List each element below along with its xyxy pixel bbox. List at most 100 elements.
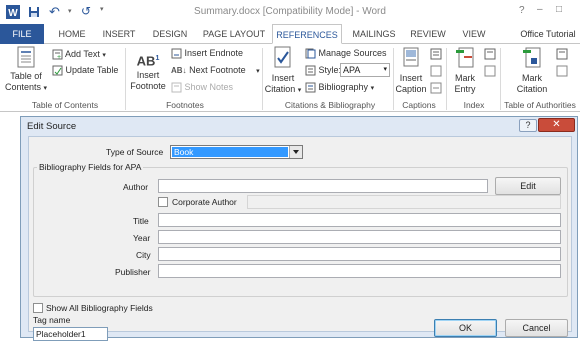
bibliography-button[interactable]: Bibliography ▾ [305,81,374,95]
show-all-fields-label: Show All Bibliography Fields [46,303,153,313]
edit-author-button[interactable]: Edit [495,177,561,195]
year-field[interactable] [158,230,561,244]
table-of-contents-label-1: Table of [10,71,42,81]
mark-entry-button[interactable]: Mark Entry [449,46,481,95]
footnote-icon: AB1 [136,53,160,69]
table-of-contents-button[interactable]: Table of Contents ▾ [4,46,48,94]
group-separator [262,48,263,110]
insert-footnote-label-2: Footnote [130,81,166,91]
corporate-author-field [247,195,561,209]
mark-citation-button[interactable]: Mark Citation [512,46,552,95]
publisher-field[interactable] [158,264,561,278]
ok-button[interactable]: OK [434,319,497,337]
citations-group-label: Citations & Bibliography [284,100,376,110]
footnotes-group-label: Footnotes [166,100,204,110]
chevron-down-icon[interactable] [289,146,302,158]
svg-text:+: + [57,54,61,60]
next-footnote-button[interactable]: AB↓ Next Footnote ▾ [171,64,260,78]
insert-footnote-button[interactable]: AB1 Insert Footnote [128,48,168,92]
city-field[interactable] [158,247,561,261]
table-of-contents-icon [17,46,35,68]
style-icon [305,65,316,76]
manage-sources-icon [305,48,316,59]
show-all-fields-checkbox[interactable] [33,303,43,313]
mark-entry-label-1: Mark [455,73,475,83]
table-of-contents-label-2: Contents ▾ [4,82,48,92]
toc-group-label: Table of Contents [31,100,99,110]
tag-name-label: Tag name [33,315,71,325]
mark-entry-icon [456,47,474,68]
tab-file[interactable]: FILE [0,24,44,44]
mark-citation-label-2: Citation [516,84,548,94]
tab-references[interactable]: REFERENCES [272,24,342,44]
tab-page-layout[interactable]: PAGE LAYOUT [200,24,268,44]
add-text-icon: + [52,49,63,60]
type-of-source-dropdown[interactable]: Book [170,145,303,159]
cross-reference-icon[interactable] [430,82,442,94]
tab-insert[interactable]: INSERT [97,24,141,44]
bibliography-icon [305,82,316,93]
insert-table-of-figures-icon[interactable] [430,48,442,60]
insert-caption-label-1: Insert [399,73,423,83]
next-footnote-icon: AB↓ [171,66,187,75]
title-label: Title [133,216,149,226]
tab-home[interactable]: HOME [52,24,92,44]
insert-citation-icon [274,46,291,68]
insert-endnote-button[interactable]: Insert Endnote [171,47,243,59]
show-notes-button: Show Notes [171,81,233,93]
insert-caption-button[interactable]: Insert Caption [395,46,427,95]
cancel-button[interactable]: Cancel [505,319,568,337]
title-field[interactable] [158,213,561,227]
account-name[interactable]: Office Tutorial [516,24,580,44]
mark-entry-label-2: Entry [454,84,476,94]
authorities-group-label: Table of Authorities [504,100,576,110]
show-notes-icon [171,82,182,93]
ribbon: Table of Contents ▾ + Add Text ▾ Update … [0,44,580,112]
tab-review[interactable]: REVIEW [407,24,449,44]
group-separator [446,48,447,110]
index-group-label: Index [463,100,485,110]
mark-citation-icon [523,47,541,68]
insert-endnote-icon [171,48,182,59]
manage-sources-button[interactable]: Manage Sources [305,47,387,59]
style-dropdown[interactable]: APA ▾ [340,63,390,77]
year-label: Year [133,233,151,243]
publisher-label: Publisher [115,267,151,277]
mark-citation-label-1: Mark [522,73,542,83]
help-icon[interactable]: ? [519,5,525,16]
minimize-button[interactable]: – [537,4,543,15]
group-separator [125,48,126,110]
corporate-author-checkbox[interactable] [158,197,168,207]
tab-view[interactable]: VIEW [457,24,491,44]
corporate-author-label: Corporate Author [172,197,237,207]
author-field[interactable] [158,179,488,193]
update-table-button[interactable]: Update Table [52,64,118,76]
restore-button[interactable]: □ [556,4,562,15]
insert-citation-label-1: Insert [271,73,295,83]
dialog-help-button[interactable]: ? [519,119,537,132]
type-of-source-label: Type of Source [106,147,164,157]
insert-citation-button[interactable]: Insert Citation ▾ [264,46,302,96]
insert-footnote-label-1: Insert [136,70,160,80]
tab-design[interactable]: DESIGN [148,24,192,44]
tab-mailings[interactable]: MAILINGS [348,24,400,44]
bibliography-fields-heading: Bibliography Fields for APA [37,162,144,172]
tag-name-field[interactable]: Placeholder1 [33,327,108,341]
insert-caption-label-2: Caption [395,84,427,94]
update-table-of-figures-icon[interactable] [430,65,442,77]
dialog-close-button[interactable]: ✕ [538,118,575,132]
insert-index-icon[interactable] [484,48,496,60]
insert-table-of-authorities-icon[interactable] [556,48,568,60]
add-text-button[interactable]: + Add Text ▾ [52,48,106,62]
ribbon-tabs: FILE HOME INSERT DESIGN PAGE LAYOUT REFE… [0,24,580,44]
style-label: Style: [318,65,342,75]
type-of-source-value: Book [172,147,288,157]
dialog-client: Type of Source Book Bibliography Fields … [28,136,572,341]
insert-caption-icon [403,47,419,67]
update-table-of-authorities-icon[interactable] [556,65,568,77]
dialog-title: Edit Source [27,121,77,132]
city-label: City [136,250,151,260]
update-index-icon[interactable] [484,65,496,77]
style-selector: Style: [305,64,341,76]
title-bar: W ↶ ▾ ↺ ▾ Summary.docx [Compatibility Mo… [0,0,580,24]
